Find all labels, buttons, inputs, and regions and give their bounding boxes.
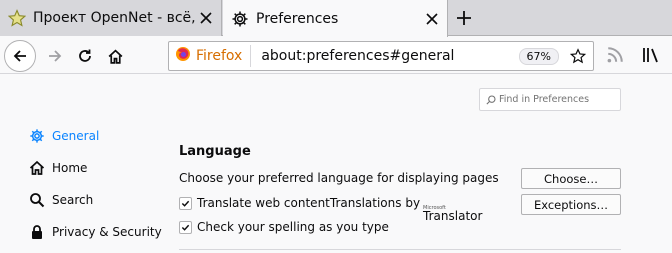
- reload-button[interactable]: [70, 41, 100, 71]
- zoom-level-badge[interactable]: 67%: [518, 47, 559, 65]
- url-text[interactable]: about:preferences#general: [261, 48, 518, 64]
- find-in-preferences-input[interactable]: Find in Preferences: [479, 88, 621, 111]
- gear-icon: [229, 8, 251, 30]
- back-arrow-icon: [13, 50, 26, 62]
- gear-icon: [28, 127, 46, 145]
- tab-title: Проект OpenNet - всё, ч: [33, 10, 197, 26]
- search-placeholder: Find in Preferences: [499, 94, 590, 105]
- translate-text: Translate web contentTranslations by: [197, 196, 421, 210]
- translator-name: Translator: [423, 209, 483, 223]
- navigation-toolbar: Firefox about:preferences#general 67%: [0, 37, 672, 74]
- sidebar-item-home[interactable]: Home: [28, 159, 87, 177]
- translate-row: Translate web contentTranslations by Micr…: [197, 196, 482, 222]
- reload-icon: [79, 49, 91, 62]
- choose-language-text: Choose your preferred language for displ…: [179, 171, 499, 185]
- home-icon: [28, 159, 46, 177]
- new-tab-button[interactable]: [452, 6, 476, 30]
- spelling-checkbox[interactable]: [179, 221, 192, 234]
- preferences-content: Find in Preferences General Home Search …: [0, 75, 672, 253]
- sidebar-item-label: Search: [52, 193, 94, 207]
- search-icon: [486, 94, 496, 105]
- section-divider: [179, 249, 621, 250]
- spelling-text: Check your spelling as you type: [197, 220, 389, 234]
- url-bar[interactable]: Firefox about:preferences#general 67%: [168, 41, 594, 71]
- tab-preferences[interactable]: Preferences: [223, 0, 448, 37]
- close-icon[interactable]: [423, 10, 441, 28]
- lock-icon: [28, 223, 46, 241]
- sidebar-item-general[interactable]: General: [28, 127, 99, 145]
- checkmark-icon: [181, 224, 190, 231]
- language-heading: Language: [179, 144, 251, 159]
- sidebar-item-search[interactable]: Search: [28, 191, 93, 209]
- bookmark-star-icon[interactable]: [569, 47, 587, 65]
- sidebar-item-label: Privacy & Security: [52, 225, 162, 239]
- translate-checkbox[interactable]: [179, 197, 192, 210]
- checkmark-icon: [181, 200, 190, 207]
- home-button[interactable]: [100, 41, 130, 71]
- identity-label: Firefox: [196, 48, 243, 64]
- back-button[interactable]: [4, 40, 36, 72]
- star-icon: [6, 7, 28, 29]
- firefox-logo-icon: [175, 46, 191, 66]
- sidebar-item-label: Home: [52, 161, 88, 175]
- sidebar-item-privacy[interactable]: Privacy & Security: [28, 223, 162, 241]
- choose-language-button[interactable]: Choose…: [521, 168, 621, 189]
- sidebar-item-label: General: [52, 129, 100, 143]
- home-icon: [108, 49, 122, 64]
- search-icon: [28, 191, 46, 209]
- close-icon[interactable]: [197, 9, 215, 27]
- microsoft-translator-logo[interactable]: Microsoft Translator: [423, 206, 483, 223]
- tab-opennet[interactable]: Проект OpenNet - всё, ч: [0, 0, 222, 36]
- identity-box[interactable]: Firefox: [169, 45, 252, 67]
- tab-strip: Проект OpenNet - всё, ч Preferences: [0, 0, 672, 37]
- library-icon[interactable]: [642, 46, 664, 66]
- tab-title: Preferences: [256, 10, 339, 27]
- exceptions-button[interactable]: Exceptions…: [521, 194, 621, 215]
- rss-feed-icon[interactable]: [606, 46, 626, 66]
- forward-button[interactable]: [40, 41, 70, 71]
- forward-arrow-icon: [49, 50, 62, 62]
